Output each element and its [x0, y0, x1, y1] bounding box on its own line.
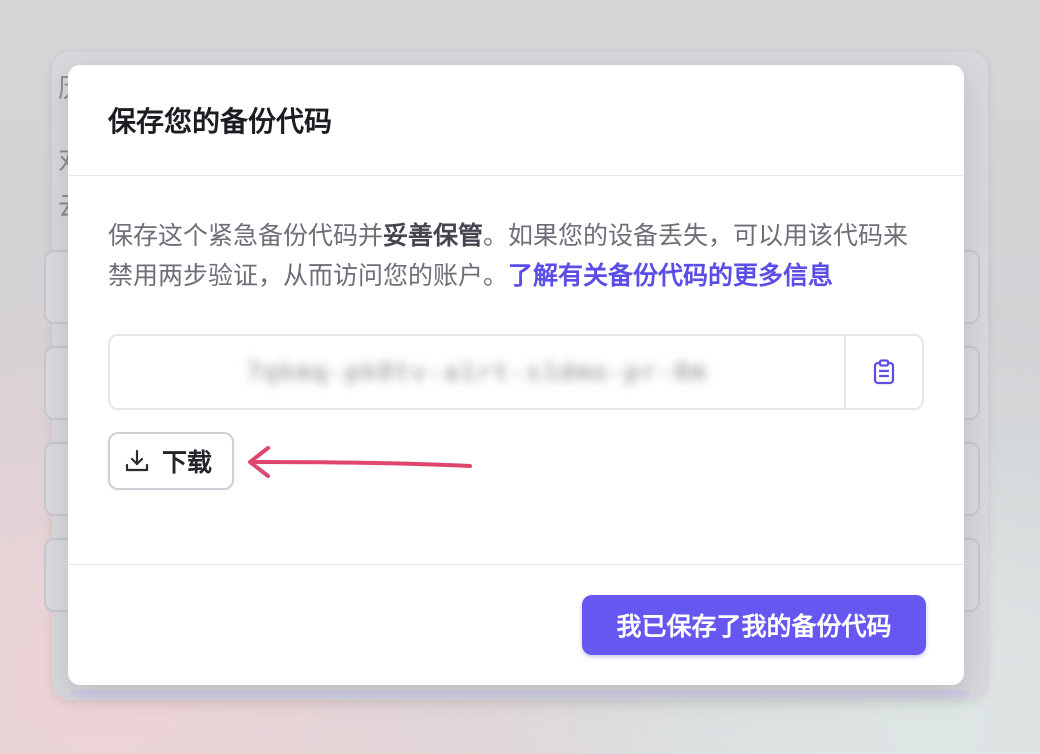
download-icon — [125, 449, 149, 472]
modal-footer: 我已保存了我的备份代码 — [68, 564, 964, 685]
clipboard-icon — [873, 359, 895, 385]
copy-code-button[interactable] — [844, 336, 922, 408]
download-row: 下载 — [108, 432, 924, 492]
learn-more-link[interactable]: 了解有关备份代码的更多信息 — [508, 261, 833, 290]
modal-header: 保存您的备份代码 — [68, 65, 964, 176]
backup-code-modal: 保存您的备份代码 保存这个紧急备份代码并妥善保管。如果您的设备丢失，可以用该代码… — [68, 65, 964, 685]
download-button-label: 下载 — [162, 448, 213, 477]
backup-code-value: 7qkmq-pk0tv-a1rt-s1dmo-pr-0m — [246, 358, 708, 386]
annotation-arrow — [248, 446, 472, 478]
backup-code-field: 7qkmq-pk0tv-a1rt-s1dmo-pr-0m — [108, 334, 924, 410]
download-button[interactable]: 下载 — [108, 432, 234, 490]
confirm-saved-button[interactable]: 我已保存了我的备份代码 — [582, 595, 926, 655]
description-emphasis: 妥善保管 — [383, 221, 484, 250]
background-panel-edge — [70, 690, 970, 698]
modal-description: 保存这个紧急备份代码并妥善保管。如果您的设备丢失，可以用该代码来禁用两步验证，从… — [108, 216, 924, 296]
modal-title: 保存您的备份代码 — [108, 105, 333, 138]
description-text: 保存这个紧急备份代码并 — [108, 221, 384, 250]
modal-body: 保存这个紧急备份代码并妥善保管。如果您的设备丢失，可以用该代码来禁用两步验证，从… — [68, 176, 964, 492]
